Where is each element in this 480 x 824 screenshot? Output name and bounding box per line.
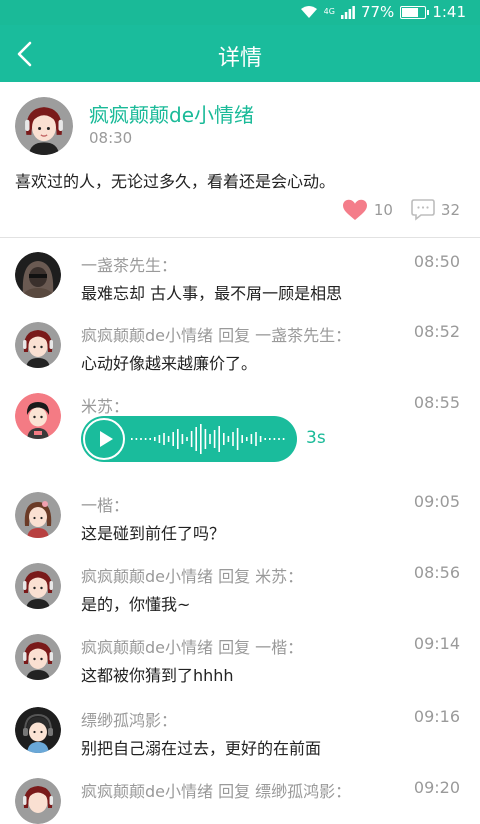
commenter-name[interactable]: 米苏： [81,393,129,417]
waveform-bar [278,438,280,440]
battery-icon [400,5,430,19]
commenter-name[interactable]: 疯疯颠颠de小情绪 回复 米苏： [81,563,303,587]
commenter-avatar[interactable] [15,707,61,753]
waveform-bar [209,434,211,444]
comment-button[interactable]: 32 [411,199,460,221]
post-author-name[interactable]: 疯疯颠颠de小情绪 [89,99,254,128]
waveform-bar [269,438,271,440]
waveform-bar [154,437,156,441]
waveform-bar [236,428,239,450]
commenter-name[interactable]: 疯疯颠颠de小情绪 回复 一盏茶先生： [81,322,351,346]
like-button[interactable]: 10 [342,199,393,221]
4g-signal-icon: 4G [323,7,335,16]
waveform-bar [246,437,248,441]
comment-icon [411,199,435,221]
commenter-avatar[interactable] [15,393,61,439]
post-author-avatar[interactable] [15,97,73,155]
signal-icon [340,6,355,19]
comment-time: 08:50 [413,252,460,271]
waveform-bar [177,429,179,449]
commenter-name[interactable]: 疯疯颠颠de小情绪 回复 缥缈孤鸿影： [81,778,351,802]
waveform-bar [167,436,170,442]
waveform-bar [282,438,285,440]
like-count: 10 [373,201,393,219]
commenter-avatar[interactable] [15,634,61,680]
waveform-bar [241,435,243,443]
waveform-bar [131,438,133,440]
waveform-bar [140,438,142,440]
commenter-avatar[interactable] [15,322,61,368]
waveform-bar [190,431,193,447]
app-bar: 详情 [0,25,480,82]
post-stats: 10 32 [324,199,460,221]
post-content: 喜欢过的人，无论过多久，看着还是会心动。 [15,172,336,191]
voice-duration: 3s [306,428,326,448]
commenter-name[interactable]: 疯疯颠颠de小情绪 回复 一楷： [81,634,303,658]
comment-time: 09:20 [413,778,460,797]
comment-time: 08:56 [413,563,460,582]
waveform-bar [223,433,225,445]
clock: 1:41 [432,3,466,21]
waveform-bar [232,432,234,446]
waveform-bar [172,432,174,446]
waveform-bar [213,430,216,448]
commenter-avatar[interactable] [15,252,61,298]
comment-text: 这是碰到前任了吗？ [81,524,226,543]
waveform-bar [144,438,147,440]
waveform-bar [200,424,202,454]
comment-text: 这都被你猜到了hhhh [81,666,234,685]
commenter-name[interactable]: 一盏茶先生： [81,252,177,276]
comment-count: 32 [440,201,460,219]
comment-text: 心动好像越来越廉价了。 [81,354,258,373]
play-icon[interactable] [83,418,125,460]
waveform-bar [186,437,188,441]
waveform-bar [135,438,138,440]
comment-text: 是的，你懂我~ [81,595,191,614]
waveform-bar [204,429,207,449]
waveform-bar [255,432,257,446]
waveform-bar [227,436,230,442]
post-card: 疯疯颠颠de小情绪 08:30 喜欢过的人，无论过多久，看着还是会心动。 10 … [0,82,480,238]
comment-time: 08:52 [413,322,460,341]
comment-time: 09:05 [413,492,460,511]
waveform-bar [195,427,197,451]
wifi-icon [300,6,317,18]
waveform-bar [218,426,220,452]
status-bar: 4G 77% 1:41 [0,0,480,25]
waveform-bar [273,438,276,440]
comment-time: 09:14 [413,634,460,653]
comment-text: 别把自己溺在过去，更好的在前面 [81,739,322,758]
commenter-avatar[interactable] [15,778,61,824]
comment-text: 最难忘却 古人事，最不屑一顾是相思 [81,284,343,303]
comment-time: 08:55 [413,393,460,412]
waveform-bar [149,438,151,440]
comment-time: 09:16 [413,707,460,726]
waveform-icon [131,424,285,454]
commenter-name[interactable]: 缥缈孤鸿影： [81,707,177,731]
post-time: 08:30 [89,129,133,147]
waveform-bar [259,436,262,442]
commenter-avatar[interactable] [15,563,61,609]
commenter-avatar[interactable] [15,492,61,538]
waveform-bar [264,438,266,440]
waveform-bar [158,435,161,443]
waveform-bar [250,434,253,444]
heart-icon [342,199,367,220]
battery-percent: 77% [360,3,395,21]
commenter-name[interactable]: 一楷： [81,492,129,516]
waveform-bar [163,433,165,445]
waveform-bar [181,434,184,444]
page-title: 详情 [217,46,262,71]
voice-message-button[interactable] [81,416,297,462]
